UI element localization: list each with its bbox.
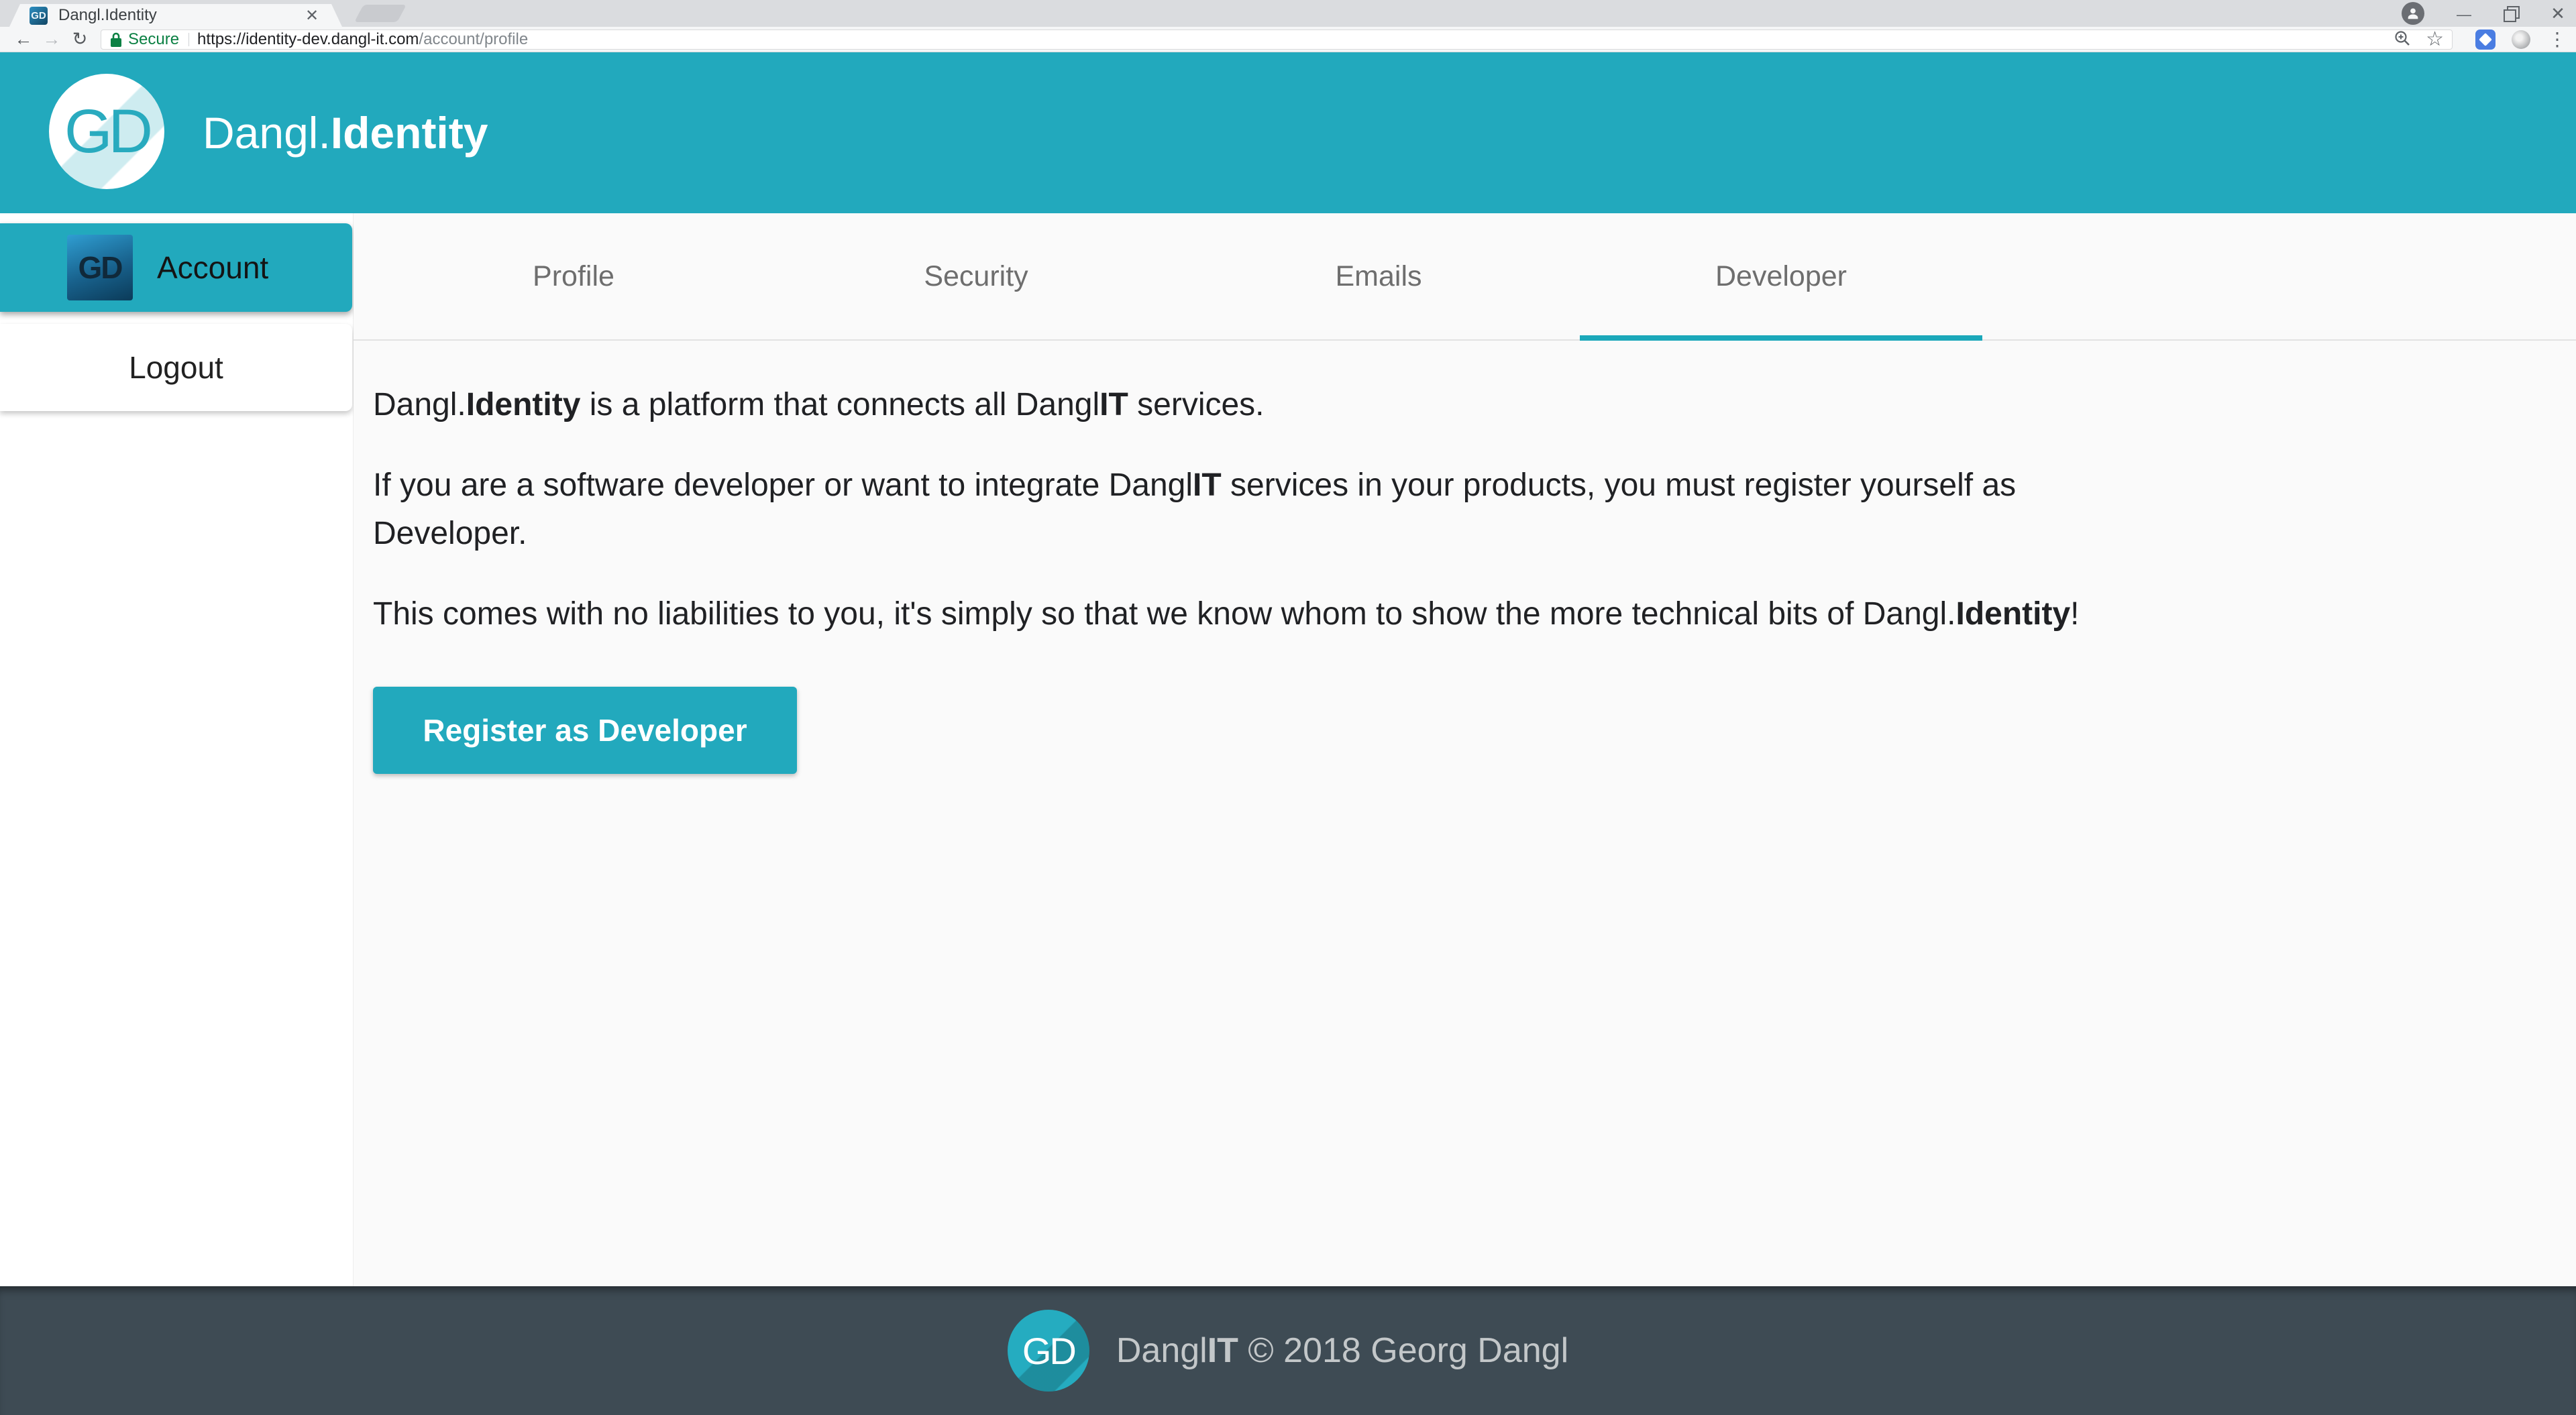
url-path: /account/profile — [419, 30, 528, 49]
reload-button[interactable] — [66, 29, 94, 50]
tab-title: Dangl.Identity — [58, 6, 302, 25]
browser-profile-icon[interactable] — [2402, 2, 2424, 25]
secure-badge: Secure — [128, 30, 179, 49]
main-content: Profile Security Emails Developer Dangl.… — [354, 213, 2576, 1286]
site-logo: GD — [49, 74, 164, 189]
extension-swirl-icon[interactable] — [2512, 30, 2530, 49]
bookmark-star-icon[interactable] — [2426, 30, 2444, 50]
site-favicon-icon: GD — [30, 7, 48, 25]
register-as-developer-button[interactable]: Register as Developer — [373, 687, 797, 774]
window-minimize-button[interactable] — [2453, 5, 2475, 22]
back-button[interactable] — [9, 29, 38, 50]
tab-emails[interactable]: Emails — [1177, 213, 1580, 339]
footer-logo: GD — [1008, 1310, 1089, 1392]
intro-paragraph: Dangl.Identity is a platform that connec… — [373, 381, 2522, 429]
address-bar[interactable]: Secure https://identity-dev.dangl-it.com… — [101, 30, 2453, 50]
browser-tab-strip: GD Dangl.Identity — [0, 0, 2576, 27]
tab-security[interactable]: Security — [775, 213, 1177, 339]
browser-toolbar: Secure https://identity-dev.dangl-it.com… — [0, 27, 2576, 52]
account-icon-letters: GD — [78, 249, 122, 286]
browser-tab[interactable]: GD Dangl.Identity — [9, 4, 342, 27]
person-icon — [2406, 6, 2420, 21]
site-logo-letters: GD — [64, 97, 149, 167]
zoom-icon[interactable] — [2394, 30, 2411, 50]
sidebar: GD Account Logout — [0, 213, 354, 1286]
footer-copyright: DanglIT © 2018 Georg Dangl — [1116, 1331, 1568, 1371]
url-host: https://identity-dev.dangl-it.com — [197, 30, 419, 49]
developer-tab-panel: Dangl.Identity is a platform that connec… — [354, 341, 2576, 774]
site-title-bold: Identity — [331, 107, 488, 158]
tab-profile[interactable]: Profile — [372, 213, 775, 339]
sidebar-item-logout[interactable]: Logout — [0, 324, 352, 411]
site-title: Dangl.Identity — [203, 52, 488, 213]
window-controls — [2402, 0, 2569, 27]
liability-paragraph: This comes with no liabilities to you, i… — [373, 590, 2522, 638]
window-close-button[interactable] — [2546, 5, 2569, 22]
account-tabs: Profile Security Emails Developer — [354, 213, 2576, 341]
favicon-letters: GD — [31, 10, 46, 21]
extension-tag-icon[interactable] — [2475, 30, 2496, 50]
sidebar-item-account[interactable]: GD Account — [0, 223, 352, 312]
secure-lock-icon — [109, 31, 123, 48]
window-restore-button[interactable] — [2504, 6, 2518, 21]
forward-button[interactable] — [38, 29, 66, 50]
tab-close-icon[interactable] — [302, 6, 322, 25]
browser-menu-icon[interactable] — [2548, 28, 2567, 50]
account-gd-icon: GD — [67, 235, 133, 300]
magnifier-icon — [2394, 30, 2411, 47]
register-info-paragraph: If you are a software developer or want … — [373, 461, 2522, 558]
tab-developer[interactable]: Developer — [1580, 213, 1982, 339]
sidebar-logout-label: Logout — [129, 349, 223, 386]
new-tab-button[interactable] — [354, 5, 407, 22]
site-footer: GD DanglIT © 2018 Georg Dangl — [0, 1286, 2576, 1415]
footer-logo-letters: GD — [1022, 1329, 1075, 1373]
site-header: GD Dangl.Identity — [0, 52, 2576, 213]
sidebar-account-label: Account — [157, 249, 268, 286]
site-title-regular: Dangl. — [203, 107, 331, 158]
